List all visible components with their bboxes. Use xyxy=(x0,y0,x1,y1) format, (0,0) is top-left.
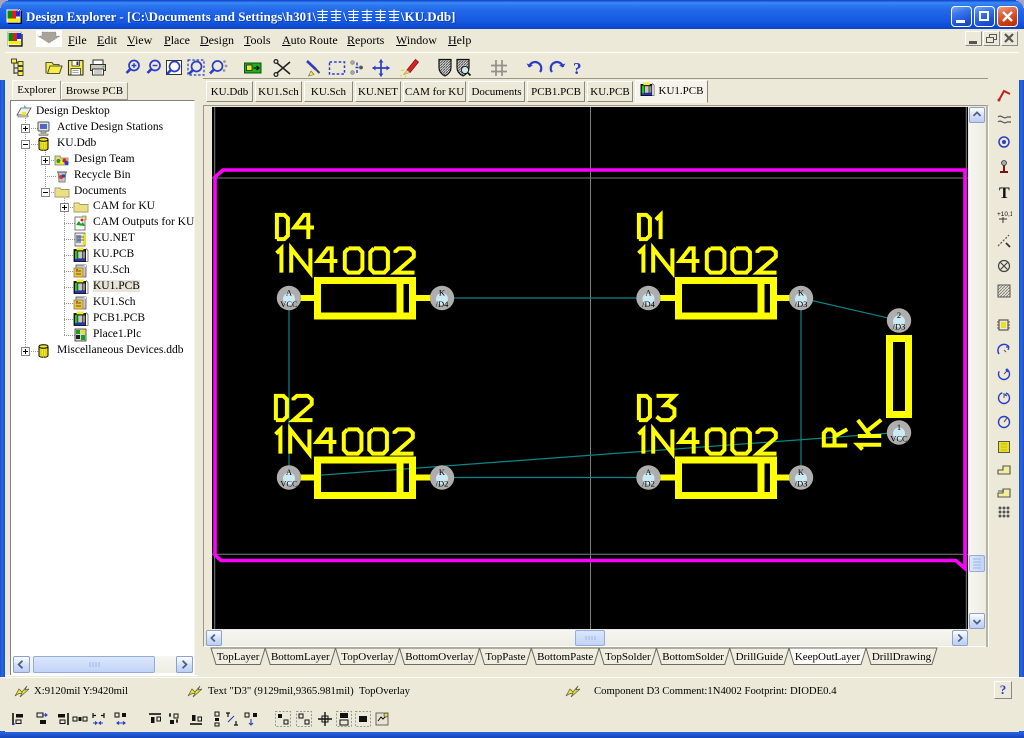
svg-text:/D3: /D3 xyxy=(795,299,808,309)
svg-text:KeepOutLayer: KeepOutLayer xyxy=(795,651,861,663)
svg-text:1: 1 xyxy=(897,422,901,432)
svg-text:VCC: VCC xyxy=(280,479,298,489)
svg-text:T: T xyxy=(999,185,1010,200)
svg-text:A: A xyxy=(286,288,293,298)
svg-text:BottomSolder: BottomSolder xyxy=(662,651,724,663)
svg-text:TopOverlay: TopOverlay xyxy=(341,651,394,663)
svg-text:/D3: /D3 xyxy=(893,322,906,332)
svg-text:K: K xyxy=(798,467,805,477)
svg-text:/D3: /D3 xyxy=(795,479,808,489)
svg-text:BottomLayer: BottomLayer xyxy=(271,651,330,663)
svg-text:/D4: /D4 xyxy=(642,299,656,309)
svg-text:DrillGuide: DrillGuide xyxy=(736,651,784,663)
svg-text:TopPaste: TopPaste xyxy=(485,651,525,663)
svg-text:2: 2 xyxy=(897,310,901,320)
svg-text:TopSolder: TopSolder xyxy=(605,651,651,663)
svg-text:A: A xyxy=(286,467,293,477)
svg-text:+10,10: +10,10 xyxy=(997,211,1012,218)
svg-text:K: K xyxy=(439,288,446,298)
svg-text:A: A xyxy=(645,288,652,298)
svg-text:TopLayer: TopLayer xyxy=(217,651,260,663)
svg-text:BottomPaste: BottomPaste xyxy=(537,651,593,663)
svg-text:K: K xyxy=(439,467,446,477)
svg-text:DrillDrawing: DrillDrawing xyxy=(872,651,932,663)
svg-text:/D2: /D2 xyxy=(642,479,655,489)
svg-text:K: K xyxy=(798,288,805,298)
svg-text:A: A xyxy=(645,467,652,477)
svg-text:/D4: /D4 xyxy=(436,299,450,309)
svg-text:VCC: VCC xyxy=(280,299,298,309)
svg-text:VCC: VCC xyxy=(890,434,908,444)
svg-text:/D2: /D2 xyxy=(436,479,449,489)
svg-text:BottomOverlay: BottomOverlay xyxy=(405,651,474,663)
